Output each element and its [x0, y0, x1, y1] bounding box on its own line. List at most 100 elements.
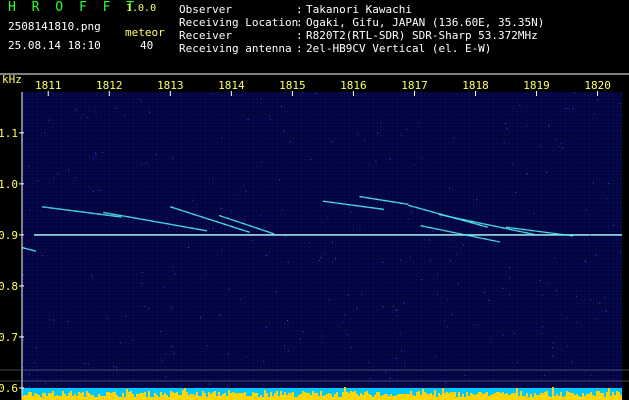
noise-speckle [517, 361, 518, 363]
noise-speckle [125, 315, 127, 317]
signal-level-bar [618, 392, 620, 400]
noise-speckle [604, 296, 606, 298]
signal-level-bar [374, 395, 376, 400]
noise-speckle [29, 209, 31, 211]
signal-level-bar [506, 393, 508, 400]
signal-level-bar [548, 396, 550, 400]
noise-speckle [266, 326, 267, 328]
signal-level-bar [614, 395, 616, 400]
noise-speckle [160, 331, 162, 333]
signal-level-bar [328, 393, 330, 400]
noise-speckle [290, 141, 291, 143]
noise-speckle [171, 345, 173, 347]
signal-level-bar [516, 388, 518, 400]
noise-speckle [428, 239, 430, 241]
signal-level-bar [480, 392, 482, 400]
noise-speckle [450, 260, 452, 262]
signal-level-bar [236, 393, 238, 400]
noise-speckle [261, 161, 262, 163]
signal-level-bar [540, 393, 542, 400]
noise-speckle [359, 228, 361, 230]
signal-level-bar [318, 396, 320, 400]
noise-speckle [548, 126, 550, 128]
noise-speckle [607, 183, 609, 185]
noise-speckle [28, 165, 30, 167]
noise-speckle [502, 334, 504, 336]
noise-speckle [187, 246, 189, 248]
signal-level-bar [46, 396, 48, 400]
signal-level-bar [486, 392, 488, 400]
signal-level-bar [612, 392, 614, 400]
x-tick-label: 1813 [157, 79, 184, 92]
signal-level-bar [518, 396, 520, 400]
signal-level-bar [164, 393, 166, 400]
noise-speckle [509, 294, 511, 296]
y-tick-label: 0.6 [0, 382, 18, 395]
noise-speckle [555, 139, 557, 141]
noise-speckle [172, 265, 174, 267]
signal-level-bar [234, 393, 236, 400]
signal-level-bar [410, 391, 412, 400]
signal-level-bar [86, 391, 88, 400]
noise-speckle [37, 180, 39, 182]
x-tick-label: 1819 [523, 79, 550, 92]
signal-level-bar [266, 393, 268, 400]
signal-level-bar [312, 391, 314, 400]
noise-speckle [440, 216, 442, 218]
noise-speckle [511, 230, 513, 232]
noise-speckle [210, 93, 212, 95]
noise-speckle [266, 255, 268, 257]
signal-level-bar [502, 392, 504, 400]
signal-level-bar [544, 392, 546, 400]
noise-speckle [560, 143, 562, 145]
signal-level-bar [420, 395, 422, 400]
noise-speckle [457, 283, 459, 285]
noise-speckle [161, 360, 163, 362]
signal-level-bar [284, 392, 286, 400]
noise-speckle [393, 305, 394, 307]
signal-level-bar [112, 392, 114, 400]
noise-speckle [548, 124, 550, 126]
signal-level-bar [350, 391, 352, 400]
signal-level-bar [60, 396, 62, 400]
signal-level-bar [512, 393, 514, 400]
signal-level-bar [194, 395, 196, 400]
signal-level-bar [482, 394, 484, 400]
noise-speckle [585, 209, 587, 211]
signal-level-bar [382, 395, 384, 400]
signal-level-bar [498, 392, 500, 400]
signal-level-bar [170, 391, 172, 400]
noise-speckle [35, 347, 37, 349]
signal-level-bar [316, 393, 318, 400]
signal-level-bar [238, 393, 240, 400]
noise-speckle [456, 253, 458, 255]
signal-level-bar [306, 393, 308, 400]
signal-level-bar [122, 393, 124, 400]
signal-level-bar [450, 392, 452, 400]
x-tick-label: 1820 [584, 79, 611, 92]
signal-level-bar [462, 394, 464, 400]
signal-level-bar [386, 394, 388, 400]
signal-level-bar [530, 394, 532, 400]
signal-level-bar [384, 394, 386, 400]
signal-level-bar [454, 392, 456, 400]
noise-speckle [170, 307, 172, 309]
signal-level-bar [570, 393, 572, 400]
noise-speckle [48, 319, 50, 321]
signal-level-bar [608, 388, 610, 400]
signal-level-bar [430, 393, 432, 400]
noise-speckle [519, 104, 521, 106]
noise-speckle [328, 299, 330, 301]
noise-speckle [533, 212, 535, 214]
noise-speckle [576, 322, 578, 324]
noise-speckle [227, 353, 229, 355]
noise-speckle [279, 179, 281, 181]
noise-speckle [592, 182, 594, 184]
noise-speckle [139, 98, 141, 100]
signal-level-bar [144, 392, 146, 400]
signal-level-bar [536, 395, 538, 400]
noise-speckle [541, 332, 543, 334]
noise-speckle [453, 137, 455, 139]
signal-level-bar [468, 396, 470, 400]
signal-level-bar [534, 393, 536, 400]
